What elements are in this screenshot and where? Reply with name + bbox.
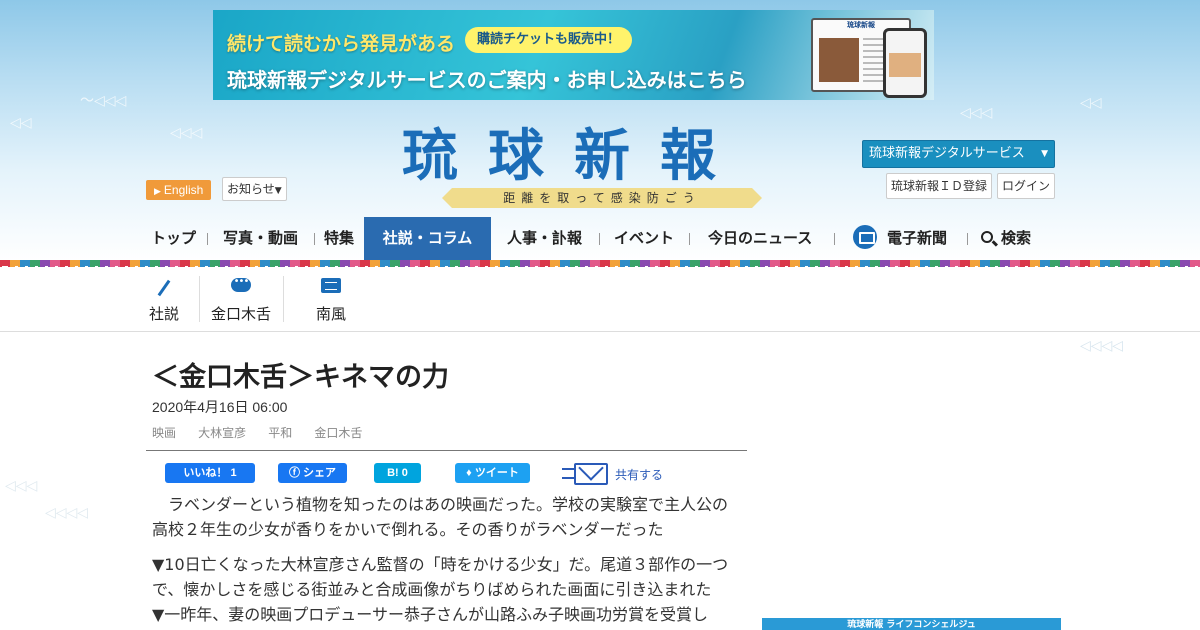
subnav-divider	[0, 331, 1200, 332]
digital-service-dropdown[interactable]: 琉球新報デジタルサービス ▼	[862, 140, 1055, 168]
decorative-pattern-scallop	[0, 266, 1200, 268]
id-register-button[interactable]: 琉球新報ＩＤ登録	[886, 173, 992, 199]
facebook-share-button[interactable]: ⓕ シェア	[278, 463, 347, 483]
banner-subheadline: 琉球新報デジタルサービスのご案内・お申し込みはこちら	[227, 68, 747, 92]
logo-tagline: 距離を取って感染防ごう	[442, 188, 762, 208]
search-icon	[981, 231, 993, 243]
subnav-item-label: 南風	[315, 305, 346, 323]
article-paragraph: ▼10日亡くなった大林宣彦さん監督の「時をかける少女」だ。尾道３部作の一つで、懐…	[152, 555, 729, 599]
e-newspaper-label: 電子新聞	[887, 229, 948, 247]
nav-separator	[314, 233, 315, 245]
article-date: 2020年4月16日 06:00	[152, 399, 288, 415]
column-subnav: 社説 金口木舌 南風	[140, 270, 370, 328]
monitor-icon	[853, 224, 877, 249]
nav-item-top[interactable]: トップ	[151, 217, 196, 260]
nav-item-editorial-column[interactable]: 社説・コラム	[364, 217, 491, 260]
digital-service-label: 琉球新報デジタルサービス	[869, 146, 1025, 161]
tweet-label: ツイート	[474, 467, 519, 479]
banner-ticket-pill: 購読チケットも販売中！	[465, 27, 633, 53]
speech-bubble-icon	[231, 276, 251, 292]
banner-headline: 続けて読むから発見がある	[227, 33, 456, 55]
fish-decoration-icon: ◁◁◁	[170, 125, 203, 141]
facebook-icon: ⓕ	[288, 467, 304, 479]
facebook-like-button[interactable]: いいね！ 1	[165, 463, 255, 483]
fish-decoration-icon: ◁◁◁	[5, 478, 38, 494]
subnav-item-editorial[interactable]: 社説	[140, 270, 188, 328]
digital-service-banner[interactable]: 続けて読むから発見がある 購読チケットも販売中！ 琉球新報デジタルサービスのご案…	[213, 10, 934, 100]
fish-decoration-icon: ◁◁	[10, 115, 32, 131]
news-label: お知らせ	[227, 182, 275, 196]
tag-link[interactable]: 映画	[152, 424, 176, 441]
login-button[interactable]: ログイン	[997, 173, 1055, 199]
chevron-down-icon: ▼	[274, 186, 282, 196]
article-divider	[146, 450, 747, 451]
subnav-separator	[283, 276, 284, 322]
banner-phone-image	[883, 28, 927, 98]
tag-link[interactable]: 金口木舌	[314, 424, 362, 441]
nav-separator	[599, 233, 600, 245]
hatena-bookmark-button[interactable]: B! 0	[374, 463, 421, 483]
mail-share-label: 共有する	[615, 468, 664, 482]
article-paragraph: ▼一昨年、妻の映画プロデューサー恭子さんが山路ふみ子映画功労賞を受賞し	[152, 605, 708, 624]
twitter-bird-icon: ♦	[466, 467, 475, 479]
nav-separator	[689, 233, 690, 245]
tweet-button[interactable]: ♦ ツイート	[455, 463, 530, 483]
pen-icon	[157, 279, 171, 297]
subnav-item-label: 社説	[148, 305, 179, 323]
sidebar-ad-banner[interactable]: 琉球新報 ライフコンシェルジュ	[762, 618, 1061, 630]
envelope-icon	[574, 463, 608, 485]
english-label: English	[163, 183, 204, 197]
article-title: ＜金口木舌＞キネマの力	[152, 362, 449, 393]
main-nav: トップ 写真・動画 特集 社説・コラム 人事・訃報 イベント 今日のニュース 電…	[140, 217, 1060, 260]
nav-item-photo-video[interactable]: 写真・動画	[223, 217, 298, 260]
fish-decoration-icon: ◁◁◁◁	[45, 505, 89, 521]
fish-decoration-icon: ◁◁◁	[960, 105, 993, 121]
news-dropdown[interactable]: お知らせ▼	[222, 177, 287, 201]
search-label: 検索	[1001, 229, 1032, 247]
nav-item-todays-news[interactable]: 今日のニュース	[708, 217, 812, 260]
nav-item-e-newspaper[interactable]: 電子新聞	[853, 217, 947, 260]
tag-link[interactable]: 平和	[268, 424, 292, 441]
facebook-share-label: シェア	[303, 467, 337, 479]
fish-decoration-icon: ◁◁◁◁	[1080, 338, 1124, 354]
nav-item-personnel-obituaries[interactable]: 人事・訃報	[507, 217, 582, 260]
english-button[interactable]: ▶ English	[146, 180, 212, 200]
nav-item-events[interactable]: イベント	[614, 217, 674, 260]
subnav-item-label: 金口木舌	[210, 305, 271, 323]
subnav-separator	[199, 276, 200, 322]
nav-item-search[interactable]: 検索	[981, 217, 1031, 260]
chevron-down-icon: ▼	[1041, 149, 1048, 159]
nav-separator	[967, 233, 968, 245]
banner-phone-photo	[889, 53, 921, 77]
article-body: ラベンダーという植物を知ったのはあの映画だった。学校の実験室で主人公の高校２年生…	[152, 492, 742, 630]
fish-decoration-icon: 〜◁◁◁	[80, 93, 127, 109]
caret-right-icon: ▶	[154, 186, 161, 196]
nav-item-features[interactable]: 特集	[324, 217, 354, 260]
article-tags: 映画 大林宣彦 平和 金口木舌	[152, 422, 379, 440]
speed-lines-icon	[562, 468, 574, 479]
fish-decoration-icon: ◁◁	[1080, 95, 1102, 111]
site-logo[interactable]: 琉球新報	[402, 124, 802, 188]
tag-link[interactable]: 大林宣彦	[198, 424, 246, 441]
subnav-item-haebaru[interactable]: 南風	[308, 270, 354, 328]
article-paragraph: ラベンダーという植物を知ったのはあの映画だった。学校の実験室で主人公の高校２年生…	[152, 495, 729, 539]
notepad-icon	[321, 278, 341, 293]
subnav-item-kinkuchi-bokuzetsu[interactable]: 金口木舌	[206, 270, 276, 328]
banner-device-photo	[819, 38, 859, 82]
nav-separator	[834, 233, 835, 245]
nav-separator	[207, 233, 208, 245]
